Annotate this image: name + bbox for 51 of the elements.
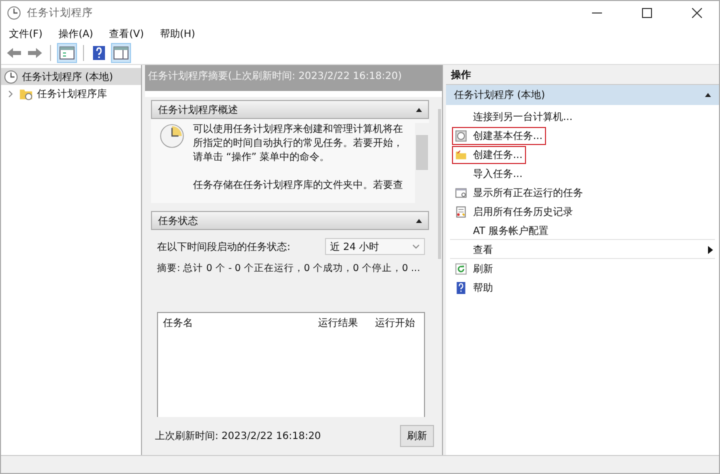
- menu-item[interactable]: 查看(V): [109, 26, 144, 40]
- chevron-icon[interactable]: [7, 90, 15, 98]
- tree-item[interactable]: 任务计划程序库: [1, 85, 141, 102]
- column-header[interactable]: 运行结果: [313, 316, 370, 330]
- action-item[interactable]: 刷新: [452, 260, 496, 278]
- tree-item[interactable]: 任务计划程序 (本地): [1, 68, 141, 85]
- refresh-icon: [455, 262, 467, 274]
- period-label: 在以下时间段启动的任务状态:: [157, 240, 290, 254]
- menu-item[interactable]: 操作(A): [58, 26, 94, 40]
- clock-icon: [4, 70, 18, 84]
- clock-icon: [7, 6, 21, 20]
- help-icon[interactable]: [90, 44, 108, 62]
- wizard-icon: [455, 130, 467, 142]
- description-text: 可以使用任务计划程序来创建和管理计算机将在所指定的时间自动执行的常见任务。若要开始，请单击 “操作” 菜单中的命令。: [193, 123, 404, 165]
- last-refresh-text: 上次刷新时间: 2023/2/22 16:18:20: [155, 430, 321, 443]
- clock-icon: [159, 123, 185, 149]
- pane-header: 任务计划程序摘要(上次刷新时间: 2023/2/22 16:18:20): [145, 65, 442, 91]
- window-title: 任务计划程序: [27, 6, 93, 20]
- summary-text: 摘要: 总计 0 个 - 0 个正在运行，0 个成功，0 个停止，0 ...: [157, 262, 422, 275]
- action-item[interactable]: 启用所有任务历史记录: [452, 202, 576, 220]
- refresh-button[interactable]: 刷新: [400, 425, 434, 447]
- folder-icon: [455, 148, 467, 160]
- action-item[interactable]: AT 服务帐户配置: [452, 222, 552, 240]
- collapse-icon[interactable]: [416, 218, 422, 222]
- maximize-icon[interactable]: [642, 8, 652, 18]
- console-tree-icon[interactable]: [57, 43, 77, 63]
- period-dropdown[interactable]: 近 24 小时: [325, 238, 425, 255]
- collapse-icon[interactable]: [416, 108, 422, 112]
- action-item[interactable]: 创建基本任务...: [452, 126, 546, 144]
- action-item[interactable]: 连接到另一台计算机...: [452, 108, 576, 126]
- action-item[interactable]: 显示所有正在运行的任务: [452, 184, 586, 202]
- folder-clock-icon: [19, 86, 33, 100]
- window-icon: [455, 186, 467, 198]
- action-item[interactable]: 导入任务...: [452, 164, 526, 182]
- action-item[interactable]: 帮助: [452, 278, 496, 296]
- group-header[interactable]: 任务计划程序 (本地): [446, 85, 719, 105]
- action-pane-icon[interactable]: [111, 43, 131, 63]
- help-icon: [455, 282, 467, 294]
- log-icon: [455, 206, 467, 218]
- column-header[interactable]: 运行开始: [370, 316, 424, 330]
- column-header[interactable]: 任务名: [158, 316, 313, 330]
- description-text: 任务存储在任务计划程序库的文件夹中。若要查: [193, 179, 404, 193]
- section-header[interactable]: 任务状态: [151, 211, 429, 230]
- pane-header: 操作: [446, 65, 719, 85]
- menu-item[interactable]: 帮助(H): [160, 26, 196, 40]
- action-item[interactable]: 查看: [452, 240, 496, 258]
- section-header[interactable]: 任务计划程序概述: [151, 100, 429, 119]
- close-icon[interactable]: [692, 8, 702, 18]
- collapse-icon[interactable]: [705, 93, 711, 97]
- menu-item[interactable]: 文件(F): [9, 26, 43, 40]
- action-item[interactable]: 创建任务...: [452, 146, 526, 164]
